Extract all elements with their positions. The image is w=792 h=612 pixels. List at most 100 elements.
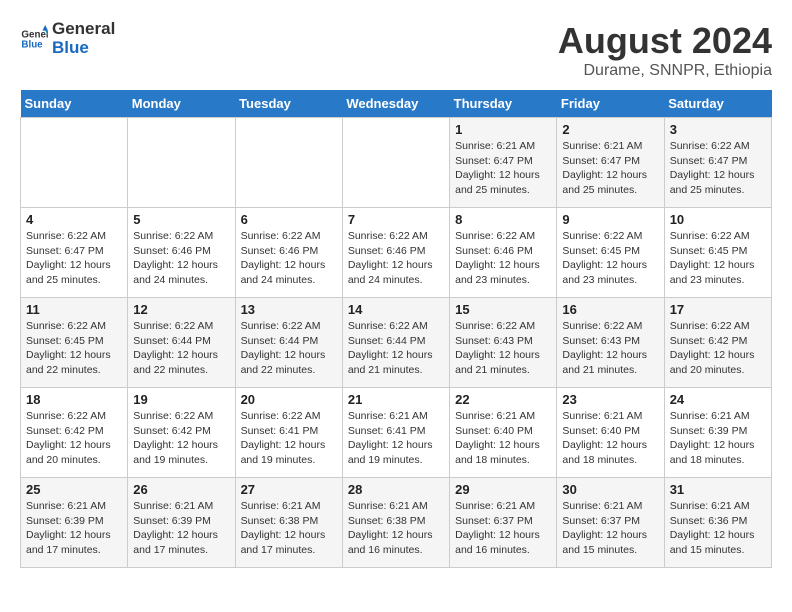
day-number: 21 xyxy=(348,392,444,407)
day-number: 7 xyxy=(348,212,444,227)
day-number: 15 xyxy=(455,302,551,317)
day-number: 16 xyxy=(562,302,658,317)
calendar-week-1: 1 Sunrise: 6:21 AM Sunset: 6:47 PM Daylig… xyxy=(21,118,772,208)
calendar-cell: 26Sunrise: 6:21 AM Sunset: 6:39 PM Dayli… xyxy=(128,478,235,568)
day-number: 22 xyxy=(455,392,551,407)
calendar-week-3: 11 Sunrise: 6:22 AM Sunset: 6:45 PM Dayli… xyxy=(21,298,772,388)
header-monday: Monday xyxy=(128,90,235,118)
day-info: Sunrise: 6:21 AM Sunset: 6:38 PM Dayligh… xyxy=(348,499,444,558)
calendar-cell xyxy=(21,118,128,208)
day-info: Sunrise: 6:21 AM Sunset: 6:41 PM Dayligh… xyxy=(348,409,444,468)
calendar-cell: 2 Sunrise: 6:21 AM Sunset: 6:47 PM Daylig… xyxy=(557,118,664,208)
calendar-cell: 10Sunrise: 6:22 AM Sunset: 6:45 PM Dayli… xyxy=(664,208,771,298)
day-number: 13 xyxy=(241,302,337,317)
logo-general-text: General xyxy=(52,19,115,38)
sub-title: Durame, SNNPR, Ethiopia xyxy=(558,62,772,80)
day-info: Sunrise: 6:21 AM Sunset: 6:37 PM Dayligh… xyxy=(562,499,658,558)
day-info: Sunrise: 6:22 AM Sunset: 6:47 PM Dayligh… xyxy=(26,229,122,288)
day-info: Sunrise: 6:22 AM Sunset: 6:42 PM Dayligh… xyxy=(133,409,229,468)
title-area: August 2024 Durame, SNNPR, Ethiopia xyxy=(558,20,772,80)
calendar-cell: 20Sunrise: 6:22 AM Sunset: 6:41 PM Dayli… xyxy=(235,388,342,478)
calendar-cell: 11 Sunrise: 6:22 AM Sunset: 6:45 PM Dayli… xyxy=(21,298,128,388)
header-thursday: Thursday xyxy=(450,90,557,118)
calendar-cell: 9 Sunrise: 6:22 AM Sunset: 6:45 PM Daylig… xyxy=(557,208,664,298)
day-number: 31 xyxy=(670,482,766,497)
calendar-cell: 5Sunrise: 6:22 AM Sunset: 6:46 PM Daylig… xyxy=(128,208,235,298)
calendar-cell xyxy=(128,118,235,208)
day-info: Sunrise: 6:22 AM Sunset: 6:47 PM Dayligh… xyxy=(670,139,766,198)
calendar-cell: 7 Sunrise: 6:22 AM Sunset: 6:46 PM Daylig… xyxy=(342,208,449,298)
calendar-cell: 15Sunrise: 6:22 AM Sunset: 6:43 PM Dayli… xyxy=(450,298,557,388)
calendar-cell: 29 Sunrise: 6:21 AM Sunset: 6:37 PM Dayli… xyxy=(450,478,557,568)
day-info: Sunrise: 6:21 AM Sunset: 6:39 PM Dayligh… xyxy=(670,409,766,468)
svg-text:Blue: Blue xyxy=(21,39,43,50)
day-info: Sunrise: 6:22 AM Sunset: 6:44 PM Dayligh… xyxy=(133,319,229,378)
day-info: Sunrise: 6:22 AM Sunset: 6:46 PM Dayligh… xyxy=(241,229,337,288)
calendar-week-2: 4 Sunrise: 6:22 AM Sunset: 6:47 PM Daylig… xyxy=(21,208,772,298)
day-number: 23 xyxy=(562,392,658,407)
logo: General Blue General Blue xyxy=(20,20,115,57)
day-number: 28 xyxy=(348,482,444,497)
calendar-cell: 14Sunrise: 6:22 AM Sunset: 6:44 PM Dayli… xyxy=(342,298,449,388)
header-tuesday: Tuesday xyxy=(235,90,342,118)
calendar-cell: 25 Sunrise: 6:21 AM Sunset: 6:39 PM Dayli… xyxy=(21,478,128,568)
day-number: 11 xyxy=(26,302,122,317)
calendar-week-5: 25 Sunrise: 6:21 AM Sunset: 6:39 PM Dayli… xyxy=(21,478,772,568)
calendar-cell: 30 Sunrise: 6:21 AM Sunset: 6:37 PM Dayli… xyxy=(557,478,664,568)
day-info: Sunrise: 6:21 AM Sunset: 6:40 PM Dayligh… xyxy=(455,409,551,468)
day-number: 30 xyxy=(562,482,658,497)
day-info: Sunrise: 6:21 AM Sunset: 6:47 PM Dayligh… xyxy=(562,139,658,198)
calendar-cell: 19 Sunrise: 6:22 AM Sunset: 6:42 PM Dayli… xyxy=(128,388,235,478)
calendar-cell: 1Sunrise: 6:21 AM Sunset: 6:47 PM Daylig… xyxy=(450,118,557,208)
calendar-cell: 24 Sunrise: 6:21 AM Sunset: 6:39 PM Dayli… xyxy=(664,388,771,478)
calendar-cell: 27 Sunrise: 6:21 AM Sunset: 6:38 PM Dayli… xyxy=(235,478,342,568)
day-info: Sunrise: 6:22 AM Sunset: 6:45 PM Dayligh… xyxy=(562,229,658,288)
day-info: Sunrise: 6:22 AM Sunset: 6:45 PM Dayligh… xyxy=(26,319,122,378)
day-info: Sunrise: 6:22 AM Sunset: 6:44 PM Dayligh… xyxy=(241,319,337,378)
day-number: 2 xyxy=(562,122,658,137)
calendar-cell: 4 Sunrise: 6:22 AM Sunset: 6:47 PM Daylig… xyxy=(21,208,128,298)
header-sunday: Sunday xyxy=(21,90,128,118)
day-number: 20 xyxy=(241,392,337,407)
calendar-cell: 21 Sunrise: 6:21 AM Sunset: 6:41 PM Dayli… xyxy=(342,388,449,478)
calendar-header-row: SundayMondayTuesdayWednesdayThursdayFrid… xyxy=(21,90,772,118)
day-number: 29 xyxy=(455,482,551,497)
day-number: 27 xyxy=(241,482,337,497)
day-info: Sunrise: 6:21 AM Sunset: 6:37 PM Dayligh… xyxy=(455,499,551,558)
calendar-cell: 13 Sunrise: 6:22 AM Sunset: 6:44 PM Dayli… xyxy=(235,298,342,388)
page-header: General Blue General Blue August 2024 Du… xyxy=(20,20,772,80)
calendar-cell: 16Sunrise: 6:22 AM Sunset: 6:43 PM Dayli… xyxy=(557,298,664,388)
calendar-cell: 17 Sunrise: 6:22 AM Sunset: 6:42 PM Dayli… xyxy=(664,298,771,388)
header-saturday: Saturday xyxy=(664,90,771,118)
day-number: 17 xyxy=(670,302,766,317)
calendar-cell: 8 Sunrise: 6:22 AM Sunset: 6:46 PM Daylig… xyxy=(450,208,557,298)
day-number: 12 xyxy=(133,302,229,317)
calendar-cell: 23 Sunrise: 6:21 AM Sunset: 6:40 PM Dayli… xyxy=(557,388,664,478)
calendar-week-4: 18 Sunrise: 6:22 AM Sunset: 6:42 PM Dayli… xyxy=(21,388,772,478)
calendar-cell xyxy=(235,118,342,208)
day-info: Sunrise: 6:21 AM Sunset: 6:38 PM Dayligh… xyxy=(241,499,337,558)
day-number: 1 xyxy=(455,122,551,137)
day-info: Sunrise: 6:22 AM Sunset: 6:42 PM Dayligh… xyxy=(670,319,766,378)
day-info: Sunrise: 6:22 AM Sunset: 6:46 PM Dayligh… xyxy=(455,229,551,288)
day-number: 6 xyxy=(241,212,337,227)
calendar-cell: 12 Sunrise: 6:22 AM Sunset: 6:44 PM Dayli… xyxy=(128,298,235,388)
day-number: 9 xyxy=(562,212,658,227)
calendar-cell xyxy=(342,118,449,208)
day-info: Sunrise: 6:21 AM Sunset: 6:40 PM Dayligh… xyxy=(562,409,658,468)
calendar-cell: 3Sunrise: 6:22 AM Sunset: 6:47 PM Daylig… xyxy=(664,118,771,208)
day-number: 4 xyxy=(26,212,122,227)
day-info: Sunrise: 6:21 AM Sunset: 6:39 PM Dayligh… xyxy=(133,499,229,558)
calendar-cell: 31Sunrise: 6:21 AM Sunset: 6:36 PM Dayli… xyxy=(664,478,771,568)
calendar-cell: 18Sunrise: 6:22 AM Sunset: 6:42 PM Dayli… xyxy=(21,388,128,478)
day-info: Sunrise: 6:21 AM Sunset: 6:39 PM Dayligh… xyxy=(26,499,122,558)
day-number: 25 xyxy=(26,482,122,497)
calendar-cell: 28 Sunrise: 6:21 AM Sunset: 6:38 PM Dayli… xyxy=(342,478,449,568)
day-number: 8 xyxy=(455,212,551,227)
day-number: 18 xyxy=(26,392,122,407)
day-number: 5 xyxy=(133,212,229,227)
calendar-cell: 22 Sunrise: 6:21 AM Sunset: 6:40 PM Dayli… xyxy=(450,388,557,478)
day-number: 19 xyxy=(133,392,229,407)
day-number: 24 xyxy=(670,392,766,407)
day-info: Sunrise: 6:22 AM Sunset: 6:46 PM Dayligh… xyxy=(348,229,444,288)
